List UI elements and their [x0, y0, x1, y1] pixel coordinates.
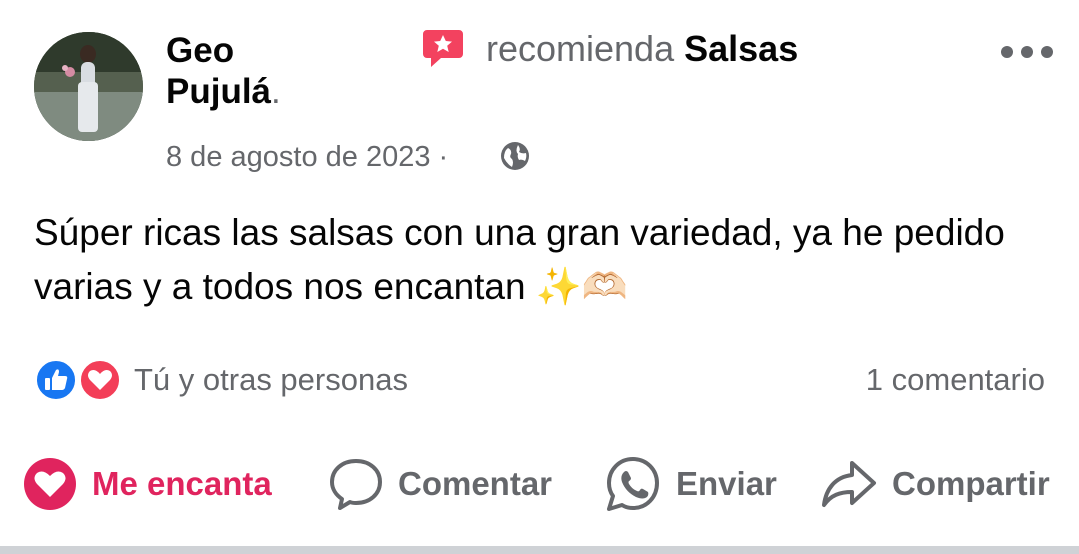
post-date: 8 de agosto de 2023 ·	[166, 140, 448, 174]
comment-label: Comentar	[398, 465, 553, 502]
comment-count[interactable]: 1 comentario	[866, 362, 1045, 398]
author-last-name: Pujulá	[166, 72, 272, 111]
more-options-icon[interactable]	[1000, 44, 1054, 60]
comment-button[interactable]: Comentar	[328, 454, 552, 514]
divider	[0, 546, 1079, 554]
love-label: Me encanta	[92, 465, 272, 502]
comment-icon	[330, 459, 382, 510]
love-button[interactable]: Me encanta	[22, 454, 272, 514]
like-icon	[35, 359, 77, 401]
date-text[interactable]: 8 de agosto de 2023	[166, 141, 430, 173]
love-icon	[79, 359, 121, 401]
love-icon	[24, 458, 76, 510]
page-name-link[interactable]: Salsas	[684, 28, 798, 69]
send-label: Enviar	[676, 465, 777, 502]
reaction-summary[interactable]: Tú y otras personas	[134, 362, 408, 398]
globe-icon[interactable]	[499, 140, 531, 172]
date-separator: ·	[438, 141, 449, 173]
whatsapp-icon	[607, 457, 659, 511]
author-name[interactable]: Geo Pujulá.	[166, 30, 286, 112]
avatar[interactable]	[34, 32, 143, 141]
recommendation-line: recomienda Salsas	[486, 28, 798, 70]
name-suffix: .	[271, 72, 281, 111]
send-button[interactable]: Enviar	[604, 454, 777, 514]
reaction-icons[interactable]	[34, 358, 124, 402]
recommend-verb: recomienda	[486, 28, 675, 69]
post-body: Súper ricas las salsas con una gran vari…	[34, 212, 1005, 307]
profile-photo	[34, 32, 143, 141]
share-button[interactable]: Compartir	[820, 454, 1050, 514]
recommend-icon	[423, 30, 463, 67]
author-first-name: Geo	[166, 31, 235, 70]
share-icon	[822, 461, 876, 507]
share-label: Compartir	[892, 465, 1050, 502]
